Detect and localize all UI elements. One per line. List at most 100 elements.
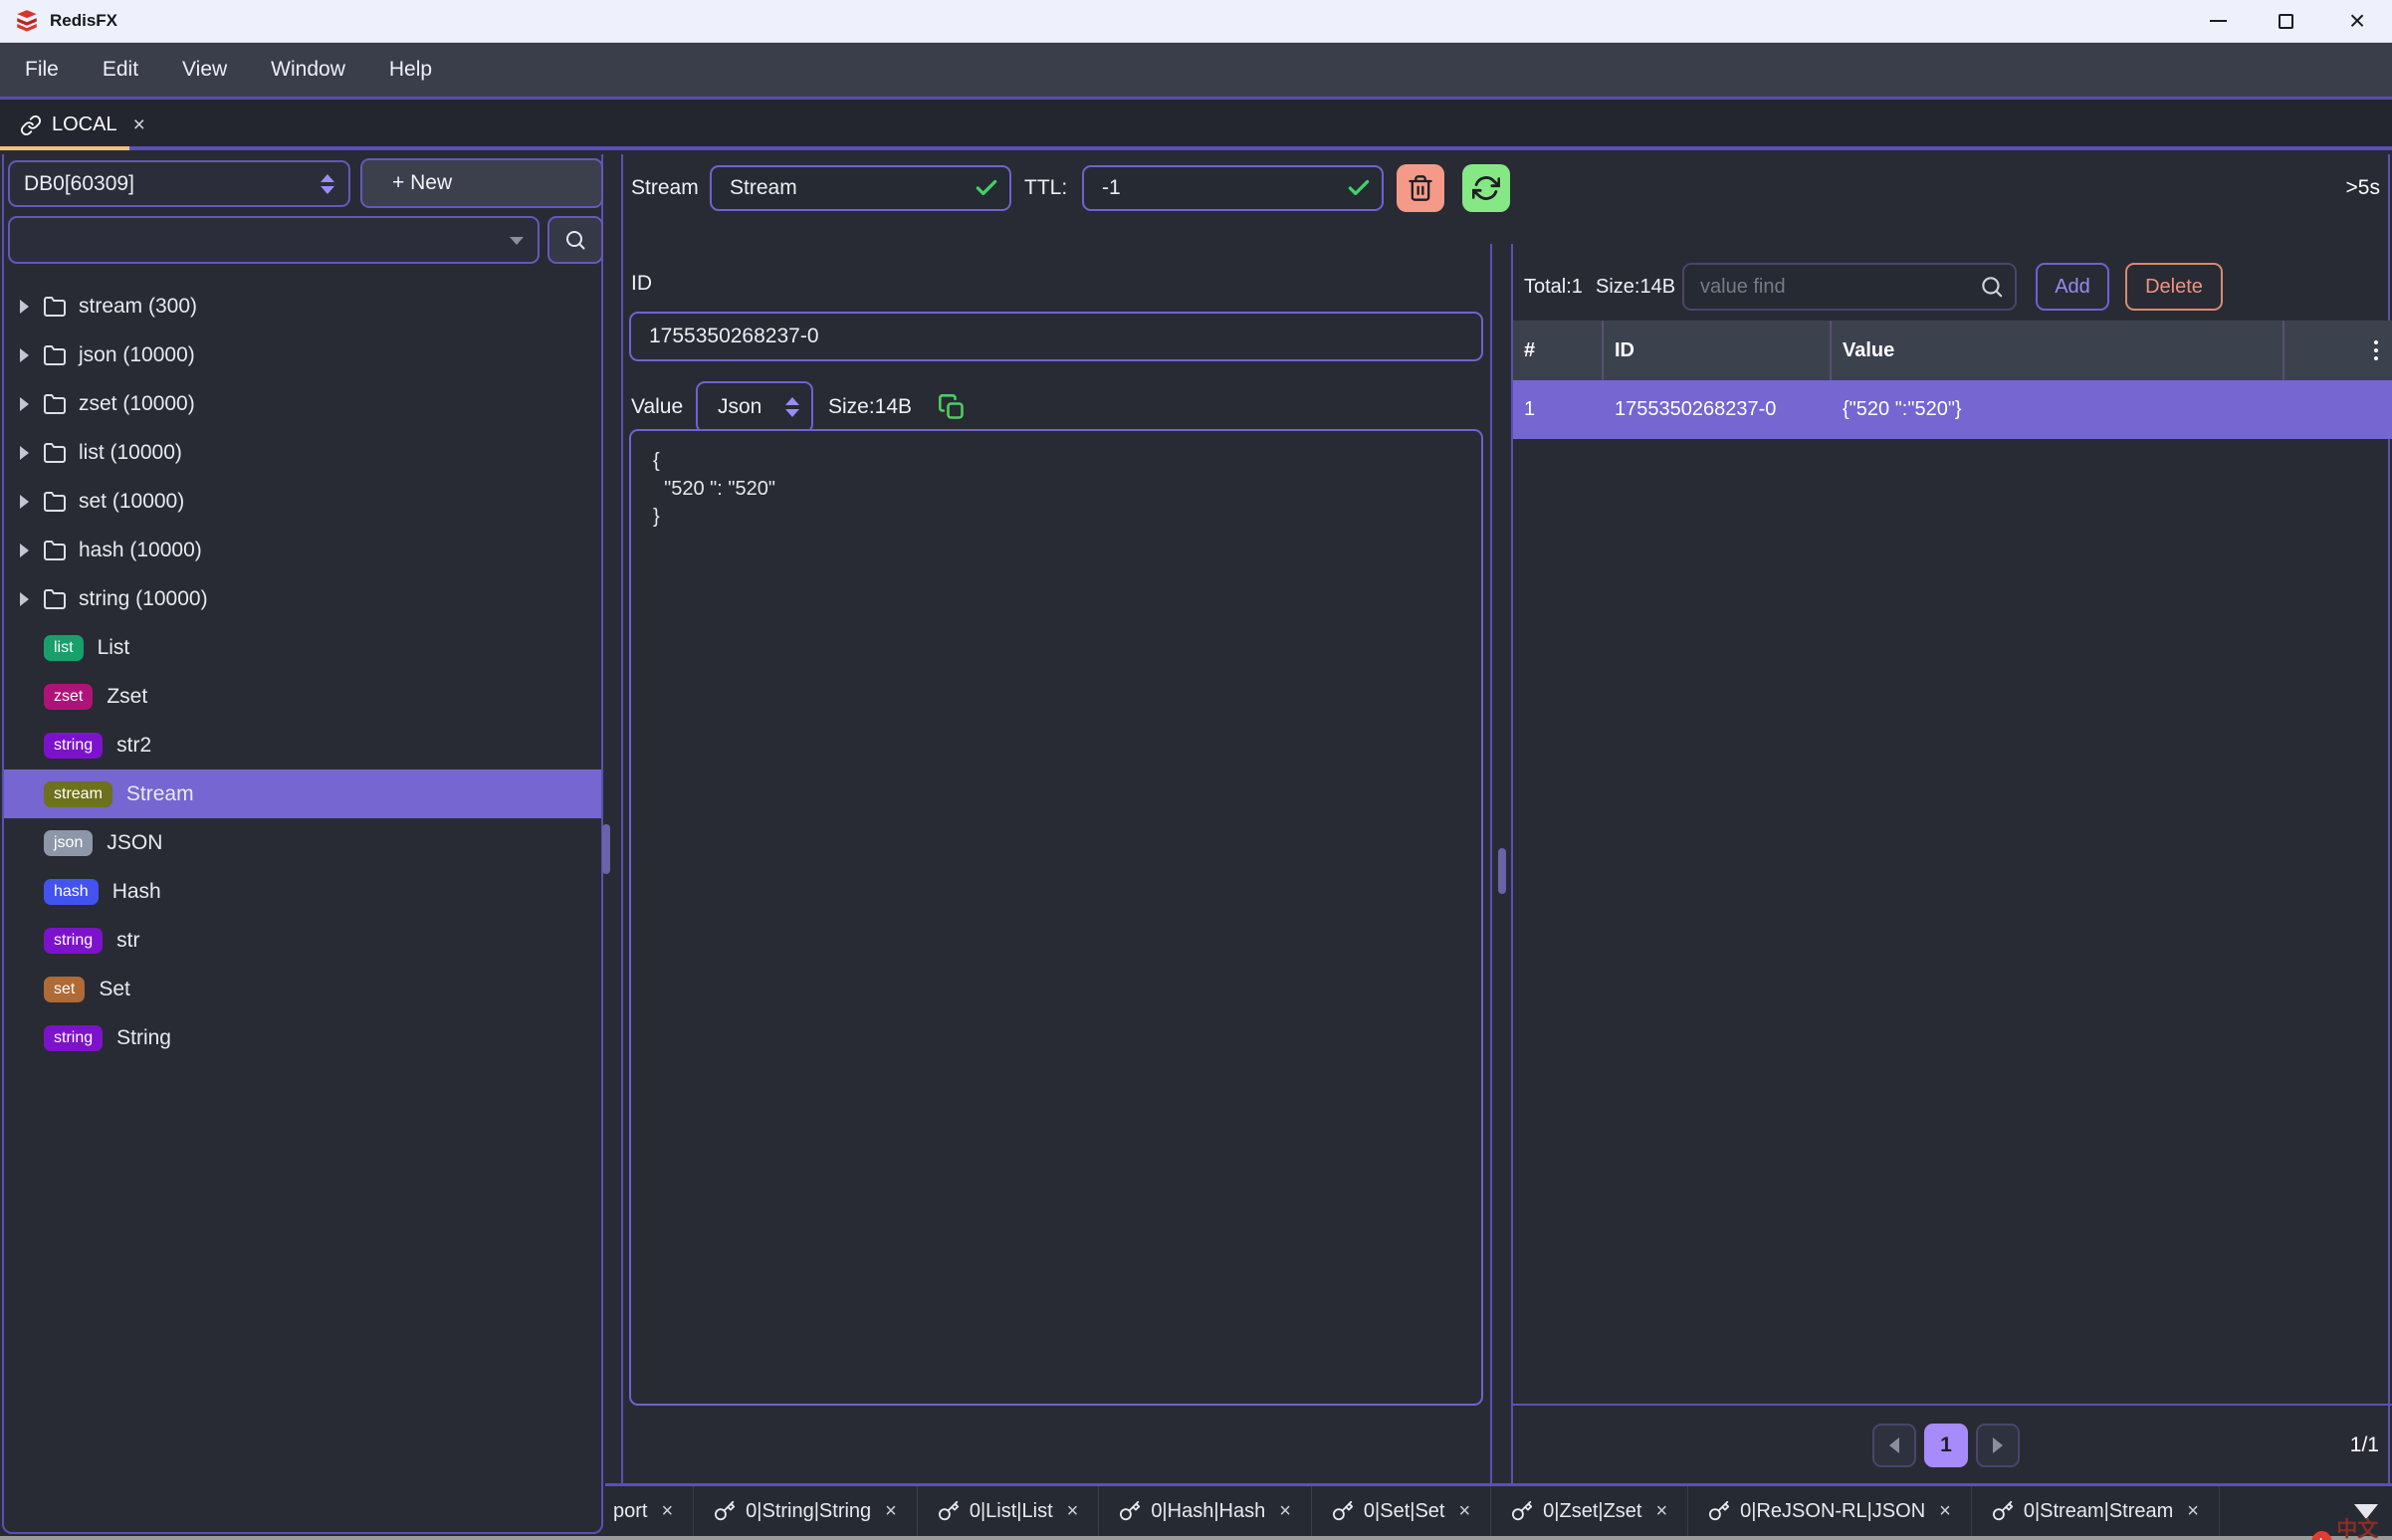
tab-close-icon[interactable]: × bbox=[1279, 1500, 1291, 1523]
key-icon bbox=[938, 1500, 960, 1522]
tab-close-icon[interactable]: × bbox=[661, 1500, 673, 1523]
tree-folder-zset[interactable]: zset (10000) bbox=[4, 379, 601, 428]
delete-entry-button[interactable]: Delete bbox=[2125, 263, 2223, 311]
menu-bar: File Edit View Window Help bbox=[0, 43, 2392, 100]
tree-key-json[interactable]: json JSON bbox=[4, 818, 601, 867]
expand-caret-icon[interactable] bbox=[20, 446, 29, 460]
tree-key-zset[interactable]: zset Zset bbox=[4, 672, 601, 721]
tree-folder-string[interactable]: string (10000) bbox=[4, 574, 601, 623]
connection-tab-strip: LOCAL × bbox=[0, 100, 2392, 150]
folder-label: hash (10000) bbox=[79, 539, 202, 562]
pagination-separator bbox=[1513, 1404, 2392, 1406]
panel-divider-handle[interactable] bbox=[1498, 848, 1506, 894]
key-label: Stream bbox=[126, 782, 194, 806]
tree-key-str[interactable]: string str bbox=[4, 916, 601, 965]
expand-caret-icon[interactable] bbox=[20, 544, 29, 557]
bottom-tab-port[interactable]: port × bbox=[605, 1486, 694, 1536]
tab-close-icon[interactable]: × bbox=[1458, 1500, 1470, 1523]
key-label: String bbox=[116, 1026, 171, 1050]
column-header-id: ID bbox=[1604, 321, 1832, 380]
tree-key-str2[interactable]: string str2 bbox=[4, 721, 601, 770]
type-badge: set bbox=[44, 977, 85, 1002]
minimize-button[interactable] bbox=[2195, 0, 2241, 42]
menu-view[interactable]: View bbox=[182, 58, 227, 82]
tree-key-set[interactable]: set Set bbox=[4, 965, 601, 1013]
ttl-input[interactable] bbox=[1082, 165, 1384, 211]
folder-icon bbox=[43, 392, 67, 416]
tree-folder-stream[interactable]: stream (300) bbox=[4, 282, 601, 330]
folder-icon bbox=[43, 587, 67, 611]
value-find-wrap bbox=[1682, 263, 2017, 311]
menu-file[interactable]: File bbox=[25, 58, 59, 82]
menu-edit[interactable]: Edit bbox=[103, 58, 138, 82]
page-prev-button[interactable] bbox=[1872, 1424, 1916, 1467]
tree-key-string[interactable]: string String bbox=[4, 1013, 601, 1062]
tree-key-hash[interactable]: hash Hash bbox=[4, 867, 601, 916]
type-badge: string bbox=[44, 928, 103, 954]
close-button[interactable]: × bbox=[2334, 0, 2380, 42]
bottom-tab-rejson[interactable]: 0|ReJSON-RL|JSON × bbox=[1688, 1486, 1972, 1536]
app-title: RedisFX bbox=[50, 11, 117, 31]
bottom-tab-label: 0|Stream|Stream bbox=[2024, 1500, 2173, 1523]
expand-caret-icon[interactable] bbox=[20, 495, 29, 509]
menu-help[interactable]: Help bbox=[389, 58, 432, 82]
value-editor[interactable]: { "520 ": "520" } bbox=[629, 429, 1483, 1406]
check-icon bbox=[1346, 175, 1372, 201]
tab-close-icon[interactable]: × bbox=[1067, 1500, 1079, 1523]
expand-caret-icon[interactable] bbox=[20, 397, 29, 411]
tab-close-icon[interactable]: × bbox=[2187, 1500, 2199, 1523]
add-entry-button[interactable]: Add bbox=[2036, 263, 2109, 311]
page-current-button[interactable]: 1 bbox=[1924, 1424, 1968, 1467]
maximize-button[interactable] bbox=[2263, 0, 2308, 42]
tree-folder-set[interactable]: set (10000) bbox=[4, 477, 601, 526]
expand-caret-icon[interactable] bbox=[20, 300, 29, 314]
bottom-tab-string[interactable]: 0|String|String × bbox=[694, 1486, 918, 1536]
sidebar: DB0[60309] + New stream (300) json (1000… bbox=[2, 154, 603, 1534]
row-menu-cell bbox=[2284, 380, 2392, 439]
copy-value-button[interactable] bbox=[938, 393, 966, 421]
tab-close-icon[interactable]: × bbox=[885, 1500, 897, 1523]
expand-caret-icon[interactable] bbox=[20, 348, 29, 362]
tab-local-close-icon[interactable]: × bbox=[133, 113, 145, 137]
bottom-tab-label: port bbox=[613, 1500, 647, 1523]
bottom-tab-list[interactable]: 0|List|List × bbox=[918, 1486, 1099, 1536]
key-label: List bbox=[98, 636, 130, 660]
bottom-tab-stream-active[interactable]: 0|Stream|Stream × bbox=[1972, 1486, 2220, 1536]
tree-folder-hash[interactable]: hash (10000) bbox=[4, 526, 601, 574]
column-header-menu[interactable] bbox=[2284, 321, 2392, 380]
menu-window[interactable]: Window bbox=[271, 58, 345, 82]
check-icon bbox=[974, 175, 999, 201]
type-badge: stream bbox=[44, 781, 112, 807]
value-find-input[interactable] bbox=[1682, 263, 2017, 311]
tree-folder-list[interactable]: list (10000) bbox=[4, 428, 601, 477]
id-label: ID bbox=[631, 272, 652, 296]
page-indicator: 1/1 bbox=[2309, 1424, 2379, 1467]
tree-key-list[interactable]: list List bbox=[4, 623, 601, 672]
delete-key-button[interactable] bbox=[1397, 164, 1444, 212]
bottom-tab-zset[interactable]: 0|Zset|Zset × bbox=[1491, 1486, 1688, 1536]
value-size-label: Size:14B bbox=[828, 381, 912, 433]
key-name-input[interactable] bbox=[710, 165, 1011, 211]
sidebar-scrollbar[interactable] bbox=[602, 824, 610, 874]
key-search-input[interactable] bbox=[8, 216, 540, 264]
row-index: 1 bbox=[1513, 380, 1604, 439]
table-row[interactable]: 1 1755350268237-0 {"520 ":"520"} bbox=[1513, 380, 2392, 439]
folder-icon bbox=[43, 539, 67, 562]
expand-caret-icon[interactable] bbox=[20, 592, 29, 606]
bottom-tab-set[interactable]: 0|Set|Set × bbox=[1312, 1486, 1491, 1536]
tab-close-icon[interactable]: × bbox=[1939, 1500, 1951, 1523]
search-button[interactable] bbox=[547, 216, 603, 264]
entry-id-input[interactable] bbox=[629, 312, 1483, 361]
search-dropdown-caret-icon[interactable] bbox=[510, 237, 524, 245]
database-selector[interactable]: DB0[60309] bbox=[8, 160, 350, 207]
tree-folder-json[interactable]: json (10000) bbox=[4, 330, 601, 379]
tab-local[interactable]: LOCAL × bbox=[0, 100, 149, 150]
bottom-tab-hash[interactable]: 0|Hash|Hash × bbox=[1099, 1486, 1312, 1536]
ttl-label: TTL: bbox=[1024, 165, 1067, 211]
value-format-selector[interactable]: Json bbox=[696, 381, 813, 433]
page-next-button[interactable] bbox=[1976, 1424, 2020, 1467]
refresh-button[interactable] bbox=[1462, 164, 1510, 212]
tab-close-icon[interactable]: × bbox=[1655, 1500, 1667, 1523]
new-key-button[interactable]: + New bbox=[360, 158, 603, 208]
tree-key-stream-selected[interactable]: stream Stream bbox=[4, 770, 601, 818]
